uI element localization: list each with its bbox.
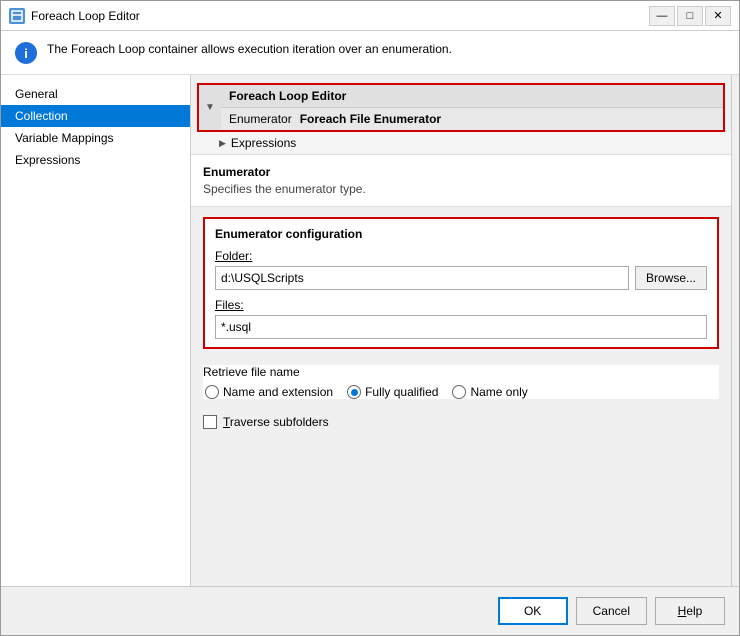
main-content: General Collection Variable Mappings Exp… [1,75,739,586]
info-text: The Foreach Loop container allows execut… [47,41,452,58]
traverse-section: Traverse subfolders [203,415,719,429]
radio-label-name-only: Name only [470,385,527,399]
info-bar: i The Foreach Loop container allows exec… [1,31,739,75]
enumerator-info: Enumerator Specifies the enumerator type… [191,155,731,207]
ok-button[interactable]: OK [498,597,568,625]
maximize-button[interactable]: □ [677,6,703,26]
sidebar: General Collection Variable Mappings Exp… [1,75,191,586]
radio-group: Name and extension Fully qualified Name … [203,385,719,399]
browse-button[interactable]: Browse... [635,266,707,290]
window-icon [9,8,25,24]
sidebar-item-general[interactable]: General [1,83,190,105]
radio-circle-fully-qualified [347,385,361,399]
expressions-row: ▶ Expressions [191,132,731,155]
enumerator-section-title: Enumerator [203,165,719,179]
sidebar-item-expressions[interactable]: Expressions [1,149,190,171]
radio-name-extension[interactable]: Name and extension [205,385,333,399]
sidebar-item-collection[interactable]: Collection [1,105,190,127]
title-buttons: — □ ✕ [649,6,731,26]
main-window: Foreach Loop Editor — □ ✕ i The Foreach … [0,0,740,636]
folder-label: Folder: [215,249,707,263]
title-bar: Foreach Loop Editor — □ ✕ [1,1,739,31]
radio-name-only[interactable]: Name only [452,385,527,399]
window-title: Foreach Loop Editor [31,9,649,23]
info-icon: i [15,42,37,64]
expand-expressions-button[interactable]: ▶ [219,138,226,149]
files-label: Files: [215,298,707,312]
config-section: Enumerator configuration Folder: Browse.… [203,217,719,349]
close-button[interactable]: ✕ [705,6,731,26]
retrieve-section: Retrieve file name Name and extension Fu… [203,365,719,399]
expressions-label: Expressions [231,136,296,150]
editor-header-title: Foreach Loop Editor [229,89,715,103]
folder-input[interactable] [215,266,629,290]
sidebar-item-variable-mappings[interactable]: Variable Mappings [1,127,190,149]
radio-circle-name-extension [205,385,219,399]
right-scrollbar[interactable] [731,75,739,586]
enumerator-label: Enumerator [229,112,292,126]
enumerator-section-desc: Specifies the enumerator type. [203,182,719,196]
radio-circle-name-only [452,385,466,399]
files-input[interactable] [215,315,707,339]
radio-fully-qualified[interactable]: Fully qualified [347,385,438,399]
enumerator-value: Foreach File Enumerator [300,112,441,126]
collapse-button[interactable]: ▼ [199,85,221,130]
radio-label-fully-qualified: Fully qualified [365,385,438,399]
config-title: Enumerator configuration [215,227,707,241]
help-button[interactable]: Help [655,597,725,625]
radio-label-name-extension: Name and extension [223,385,333,399]
traverse-label: Traverse subfolders [223,415,329,429]
retrieve-title: Retrieve file name [203,365,719,379]
minimize-button[interactable]: — [649,6,675,26]
folder-row: Browse... [215,266,707,290]
content-area: ▼ Foreach Loop Editor Enumerator Foreach… [191,75,731,586]
traverse-checkbox[interactable] [203,415,217,429]
footer: OK Cancel Help [1,586,739,635]
cancel-button[interactable]: Cancel [576,597,647,625]
